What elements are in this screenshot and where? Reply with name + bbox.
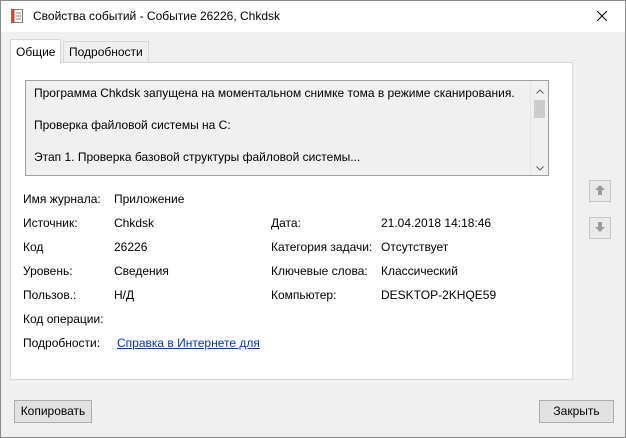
description-text: Программа Chkdsk запущена на моментально… [34,85,534,175]
chevron-down-icon [535,160,544,174]
log-name-value[interactable]: Приложение [114,192,184,206]
logged-value[interactable]: 21.04.2018 14:18:46 [381,216,491,230]
level-label: Уровень: [23,264,73,278]
tab-details[interactable]: Подробности [63,41,149,62]
online-help-link[interactable]: Справка в Интернете для [117,336,260,350]
task-category-label: Категория задачи: [271,240,373,254]
user-label: Пользов.: [23,288,77,302]
copy-button[interactable]: Копировать [14,400,92,423]
description-line: Этап 1. Проверка базовой структуры файло… [34,150,361,164]
description-scrollbar[interactable] [530,81,548,175]
previous-event-button[interactable] [589,180,611,202]
scroll-thumb[interactable] [534,100,545,118]
event-properties-window: Свойства событий - Событие 26226, Chkdsk… [0,0,626,438]
event-id-label: Код [23,240,44,254]
scroll-up-button[interactable] [531,81,548,98]
task-category-value[interactable]: Отсутствует [381,240,448,254]
general-panel: Программа Chkdsk запущена на моментально… [10,62,573,380]
arrow-up-icon [594,184,606,199]
logged-label: Дата: [271,216,301,230]
computer-value[interactable]: DESKTOP-2KHQE59 [381,288,496,302]
title-bar[interactable]: Свойства событий - Событие 26226, Chkdsk [1,1,625,32]
keywords-value[interactable]: Классический [381,264,458,278]
opcode-label: Код операции: [23,312,104,326]
more-info-label: Подробности: [23,336,101,350]
description-line: Программа Chkdsk запущена на моментально… [34,86,515,100]
source-label: Источник: [23,216,78,230]
chevron-up-icon [535,83,544,97]
level-value[interactable]: Сведения [114,264,169,278]
close-icon [596,10,608,24]
keywords-label: Ключевые слова: [271,264,368,278]
event-log-icon [11,9,23,23]
close-button[interactable]: Закрыть [539,400,614,423]
close-window-button[interactable] [579,1,625,32]
event-id-value[interactable]: 26226 [114,240,147,254]
arrow-down-icon [594,221,606,236]
next-event-button[interactable] [589,217,611,239]
scroll-down-button[interactable] [531,158,548,175]
description-box[interactable]: Программа Chkdsk запущена на моментально… [25,80,549,176]
description-line: Проверка файловой системы на C: [34,118,231,132]
computer-label: Компьютер: [271,288,337,302]
tab-general[interactable]: Общие [10,39,62,64]
log-name-label: Имя журнала: [23,192,101,206]
window-title: Свойства событий - Событие 26226, Chkdsk [33,9,280,23]
source-value[interactable]: Chkdsk [114,216,154,230]
user-value[interactable]: Н/Д [114,288,134,302]
